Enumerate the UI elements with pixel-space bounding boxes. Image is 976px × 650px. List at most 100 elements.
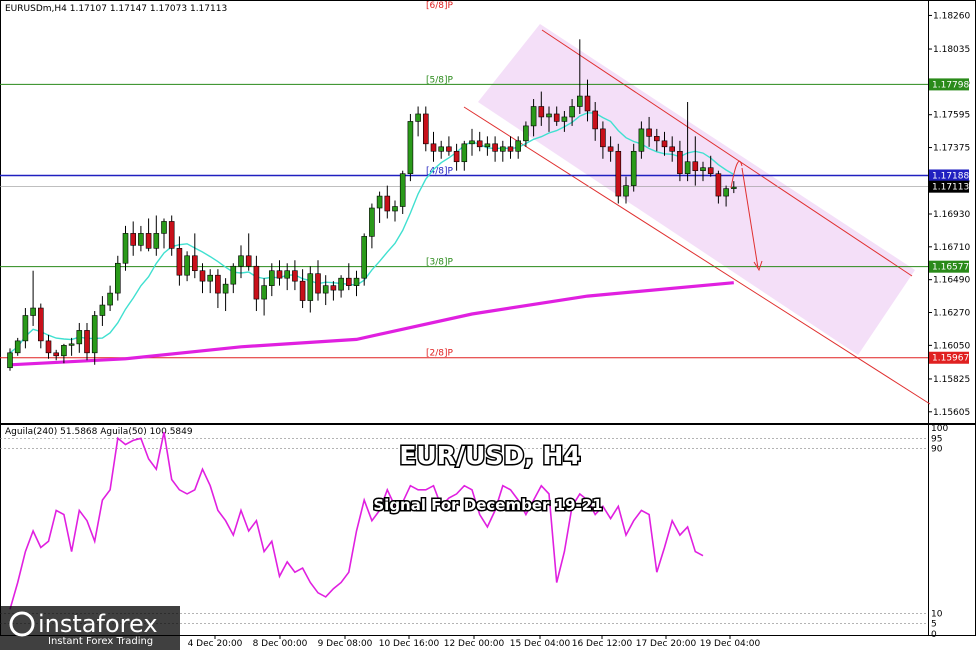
murrey-level-label: [4/8]P	[426, 166, 454, 176]
time-tick-label: 19 Dec 04:00	[700, 639, 761, 649]
candle-body	[623, 185, 629, 197]
candle-body	[561, 116, 568, 122]
price-label-text: 1.16577	[932, 263, 969, 273]
candle-body	[446, 146, 452, 152]
candle-body	[700, 167, 706, 171]
candle-body	[553, 113, 560, 122]
price-label-text: 1.15967	[932, 354, 969, 364]
candle-body	[61, 345, 67, 357]
candle-body	[115, 262, 121, 294]
candle-body	[638, 128, 645, 152]
candle-body	[653, 136, 660, 142]
candle-body	[76, 330, 83, 345]
candle-body	[107, 292, 113, 306]
price-tick-label: 1.15825	[933, 375, 970, 385]
candle-body	[669, 146, 676, 152]
candle-body	[592, 110, 599, 130]
candle-body	[369, 207, 375, 237]
candle-body	[615, 150, 622, 197]
candle-body	[37, 307, 44, 342]
candle-body	[661, 140, 668, 148]
candle-body	[484, 143, 491, 148]
candle-body	[376, 195, 383, 209]
candle-body	[292, 270, 298, 282]
time-tick-label: 15 Dec 04:00	[510, 639, 571, 649]
candle-body	[499, 146, 506, 152]
candle-body	[707, 167, 714, 174]
candle-body	[630, 150, 637, 186]
candle-body	[153, 233, 160, 249]
candle-body	[530, 106, 537, 127]
candle-body	[430, 143, 437, 152]
candle-body	[30, 307, 36, 316]
candle-body	[161, 221, 167, 234]
candle-body	[138, 233, 144, 246]
price-tick-label: 1.16050	[933, 341, 970, 351]
candle-body	[600, 128, 606, 148]
candle-body	[461, 143, 468, 163]
chart-canvas: [6/8]P [5/8]P [4/8]P [3/8]P [2/8]P 1.18260 1.1…	[0, 0, 976, 650]
price-tick-label: 1.17595	[933, 111, 970, 121]
price-label-text: 1.17113	[932, 183, 969, 193]
candle-body	[199, 270, 206, 282]
candle-body	[207, 274, 213, 282]
murrey-level-label: [2/8]P	[426, 349, 454, 359]
candle-body	[45, 340, 52, 354]
candle-body	[222, 283, 229, 294]
candle-body	[399, 173, 406, 207]
candle-body	[730, 186, 737, 189]
osc-tick-label: 100	[931, 424, 948, 434]
candle-body	[646, 128, 652, 137]
price-tick-label: 1.18035	[933, 45, 970, 55]
candle-body	[192, 255, 198, 272]
candle-body	[184, 255, 190, 276]
candle-body	[507, 146, 514, 152]
logo-name: instaforex	[38, 610, 158, 638]
price-tick-label: 1.17375	[933, 144, 970, 154]
candle-body	[99, 304, 106, 316]
chart-subtitle: Signal For December 19-21	[373, 496, 602, 514]
symbol-info: EURUSDm,H4 1.17107 1.17147 1.17073 1.171…	[5, 4, 227, 14]
candle-body	[168, 221, 175, 249]
time-tick-label: 4 Dec 20:00	[188, 639, 243, 649]
candle-body	[576, 95, 583, 107]
candle-body	[453, 150, 460, 163]
price-tick-label: 1.16490	[933, 276, 970, 286]
candle-body	[253, 265, 260, 300]
candle-body	[546, 113, 552, 118]
main-pane-frame	[0, 0, 976, 424]
time-tick-label: 17 Dec 20:00	[636, 639, 697, 649]
candle-body	[469, 140, 475, 145]
candle-body	[438, 146, 445, 152]
candle-body	[338, 277, 344, 291]
candle-body	[692, 161, 699, 171]
candle-body	[145, 233, 152, 249]
candle-body	[330, 285, 337, 291]
osc-tick-label: 5	[931, 620, 937, 630]
price-tick-label: 1.15605	[933, 408, 970, 418]
candle-body	[538, 106, 545, 118]
candle-body	[268, 270, 275, 286]
osc-tick-label: 90	[931, 445, 943, 455]
price-tick-label: 1.16270	[933, 309, 970, 319]
candle-body	[569, 106, 575, 118]
osc-tick-label: 95	[931, 434, 942, 444]
time-tick-label: 16 Dec 12:00	[572, 639, 633, 649]
time-tick-label: 9 Dec 08:00	[318, 639, 373, 649]
price-label-text: 1.17188	[932, 171, 969, 181]
candle-body	[299, 280, 306, 301]
candle-body	[407, 121, 414, 174]
osc-tick-label: 0	[931, 630, 937, 640]
candle-body	[91, 315, 98, 354]
logo-tagline: Instant Forex Trading	[48, 636, 153, 647]
candle-body	[122, 233, 129, 264]
candle-body	[715, 173, 722, 197]
candle-body	[53, 352, 60, 357]
candle-body	[322, 285, 329, 294]
candle-body	[607, 146, 614, 152]
murrey-level-label: [6/8]P	[426, 1, 454, 11]
candle-body	[130, 233, 136, 246]
candle-body	[176, 248, 183, 276]
candle-body	[584, 95, 591, 112]
price-tick-label: 1.16930	[933, 210, 970, 220]
